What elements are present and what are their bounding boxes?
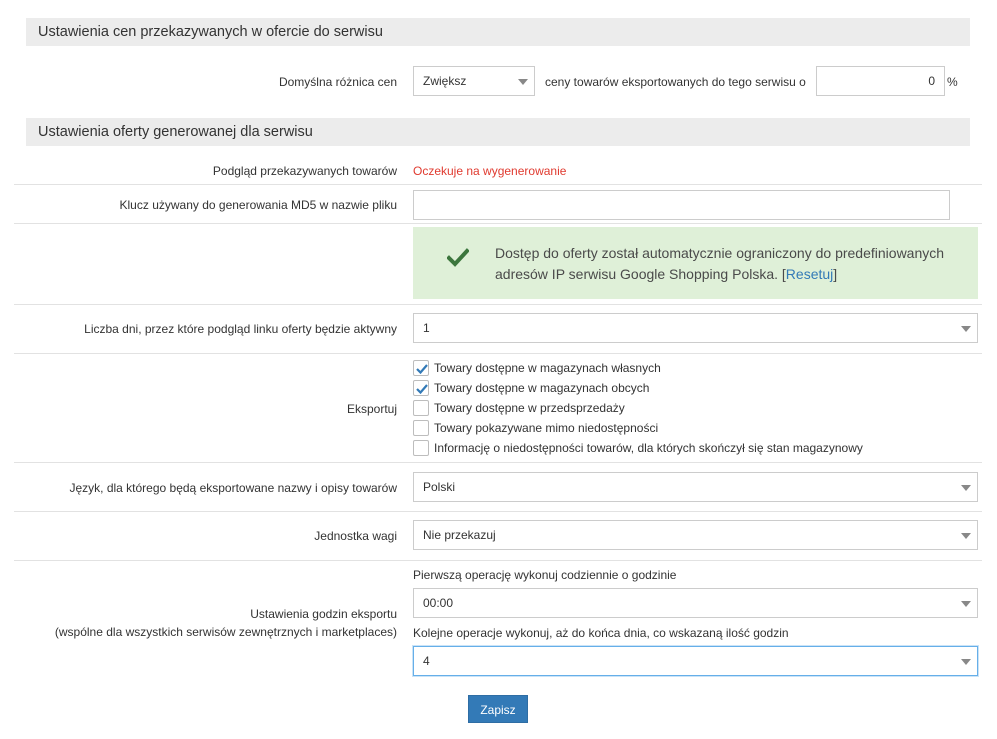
weight-select[interactable]: Nie przekazuj [413, 520, 978, 550]
checkmark-icon [416, 384, 428, 395]
divider [14, 353, 982, 354]
weight-select-value: Nie przekazuj [423, 528, 496, 542]
md5-label: Klucz używany do generowania MD5 w nazwi… [119, 198, 397, 212]
ip-restriction-alert: Dostęp do oferty został automatycznie og… [413, 227, 978, 299]
checkbox-label: Informację o niedostępności towarów, dla… [434, 441, 863, 455]
days-select-value: 1 [423, 321, 430, 335]
alert-message: Dostęp do oferty został automatycznie og… [495, 243, 965, 285]
alert-reset-close: ] [833, 266, 838, 282]
checkbox-label: Towary dostępne w przedsprzedaży [434, 401, 625, 415]
price-diff-label: Domyślna różnica cen [278, 75, 397, 89]
price-diff-select-value: Zwiększ [423, 74, 467, 88]
price-diff-select[interactable]: Zwiększ [413, 66, 535, 96]
alert-text: Dostęp do oferty został automatycznie og… [495, 245, 945, 282]
next-op-select[interactable]: 4 [413, 646, 978, 676]
first-op-label: Pierwszą operację wykonuj codziennie o g… [413, 568, 677, 582]
checkmark-icon [416, 364, 428, 375]
hours-label-subtitle: (wspólne dla wszystkich serwisów zewnętr… [54, 625, 397, 639]
export-label: Eksportuj [346, 402, 397, 416]
percent-unit: % [947, 75, 958, 89]
hours-label-title: Ustawienia godzin eksportu [250, 607, 397, 621]
caret-down-icon [961, 601, 971, 607]
checkbox[interactable] [413, 440, 429, 456]
divider [14, 462, 982, 463]
divider [14, 560, 982, 561]
checkbox[interactable] [413, 400, 429, 416]
preview-label: Podgląd przekazywanych towarów [212, 164, 397, 178]
language-label: Język, dla którego będą eksportowane naz… [69, 481, 397, 495]
days-label: Liczba dni, przez które podgląd linku of… [84, 322, 397, 336]
divider [14, 223, 982, 224]
section-header-offer: Ustawienia oferty generowanej dla serwis… [26, 118, 970, 146]
divider [14, 511, 982, 512]
reset-link[interactable]: Resetuj [786, 266, 833, 282]
days-select[interactable]: 1 [413, 313, 978, 343]
next-op-label: Kolejne operacje wykonuj, aż do końca dn… [413, 626, 789, 640]
check-icon [446, 247, 470, 269]
preview-status: Oczekuje na wygenerowanie [413, 164, 567, 178]
checkbox-label: Towary dostępne w magazynach obcych [434, 381, 650, 395]
caret-down-icon [518, 79, 528, 85]
caret-down-icon [961, 326, 971, 332]
checkbox[interactable] [413, 380, 429, 396]
md5-input[interactable] [413, 190, 950, 220]
language-select[interactable]: Polski [413, 472, 978, 502]
caret-down-icon [961, 659, 971, 665]
first-op-select[interactable]: 00:00 [413, 588, 978, 618]
language-select-value: Polski [423, 480, 456, 494]
caret-down-icon [961, 485, 971, 491]
caret-down-icon [961, 533, 971, 539]
save-button[interactable]: Zapisz [468, 695, 528, 723]
price-diff-text: ceny towarów eksportowanych do tego serw… [545, 75, 806, 89]
price-diff-value-input[interactable]: 0 [816, 66, 945, 96]
checkbox[interactable] [413, 360, 429, 376]
first-op-select-value: 00:00 [423, 596, 454, 610]
divider [14, 184, 982, 185]
section-header-prices: Ustawienia cen przekazywanych w ofercie … [26, 18, 970, 46]
checkbox[interactable] [413, 420, 429, 436]
checkbox-label: Towary pokazywane mimo niedostępności [434, 421, 659, 435]
next-op-select-value: 4 [423, 654, 430, 668]
weight-label: Jednostka wagi [314, 529, 397, 543]
checkbox-label: Towary dostępne w magazynach własnych [434, 361, 661, 375]
divider [14, 304, 982, 305]
